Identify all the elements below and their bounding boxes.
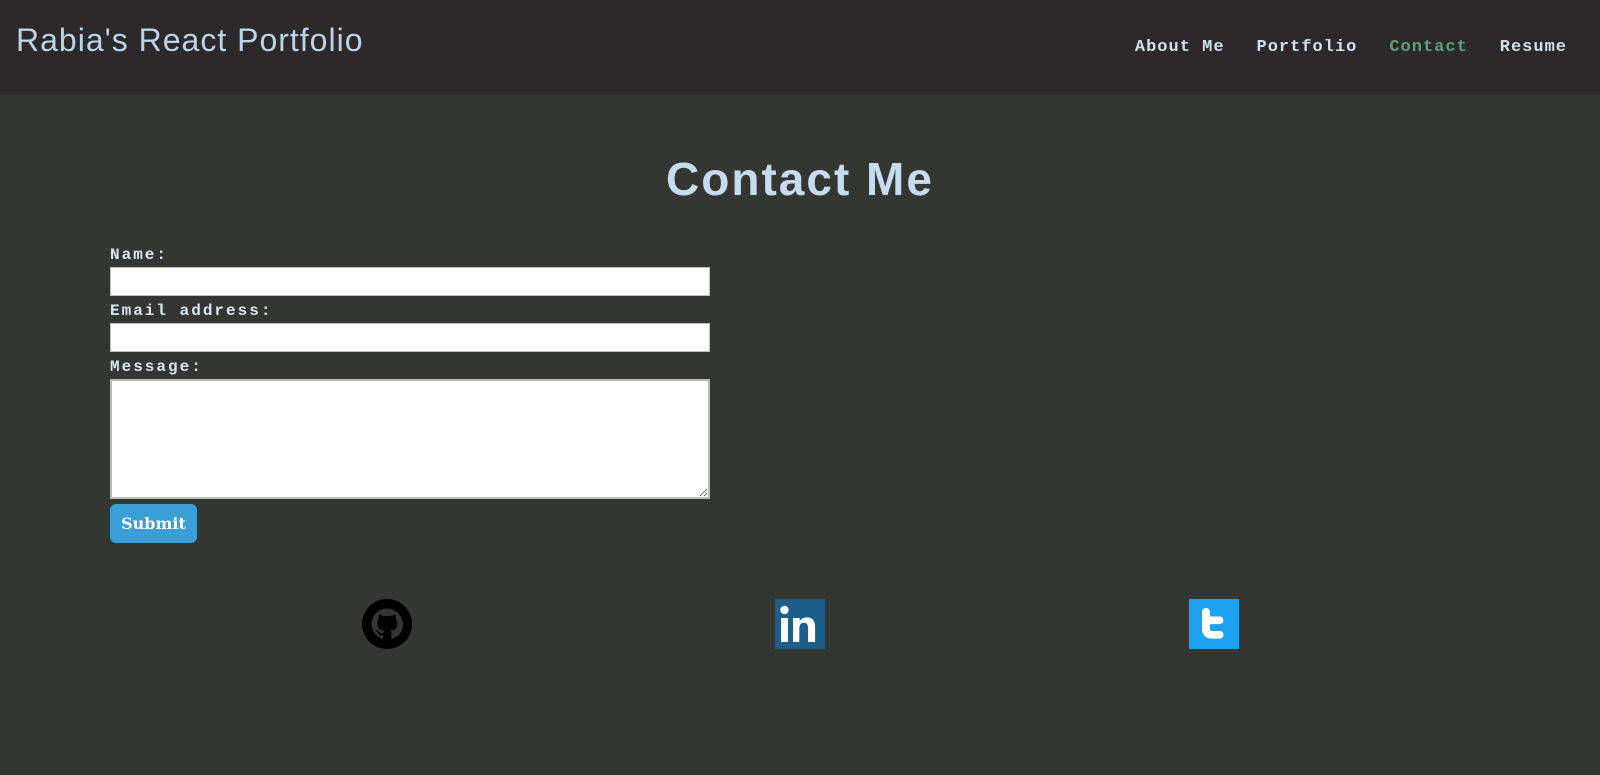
site-header: Rabia's React Portfolio About Me Portfol… <box>0 0 1600 95</box>
page-title: Contact Me <box>666 153 934 205</box>
linkedin-icon <box>775 599 825 649</box>
site-brand[interactable]: Rabia's React Portfolio <box>16 22 363 59</box>
nav-item-contact[interactable]: Contact <box>1389 38 1467 57</box>
name-label: Name: <box>110 246 169 264</box>
github-link[interactable] <box>362 599 412 649</box>
twitter-link[interactable] <box>1189 599 1239 649</box>
twitter-icon <box>1189 599 1239 649</box>
nav-item-resume[interactable]: Resume <box>1500 38 1567 57</box>
message-label: Message: <box>110 358 203 376</box>
linkedin-link[interactable] <box>775 599 825 649</box>
nav-item-portfolio[interactable]: Portfolio <box>1257 38 1358 57</box>
nav-item-about-me[interactable]: About Me <box>1135 38 1225 57</box>
email-field[interactable] <box>110 323 710 352</box>
email-label: Email address: <box>110 302 273 320</box>
main-nav: About Me Portfolio Contact Resume <box>1135 38 1567 57</box>
github-icon <box>362 599 412 649</box>
submit-button[interactable]: Submit <box>110 504 197 543</box>
contact-form: Name: Email address: Message: Submit <box>110 247 710 543</box>
name-field[interactable] <box>110 267 710 296</box>
message-field[interactable] <box>110 379 710 499</box>
